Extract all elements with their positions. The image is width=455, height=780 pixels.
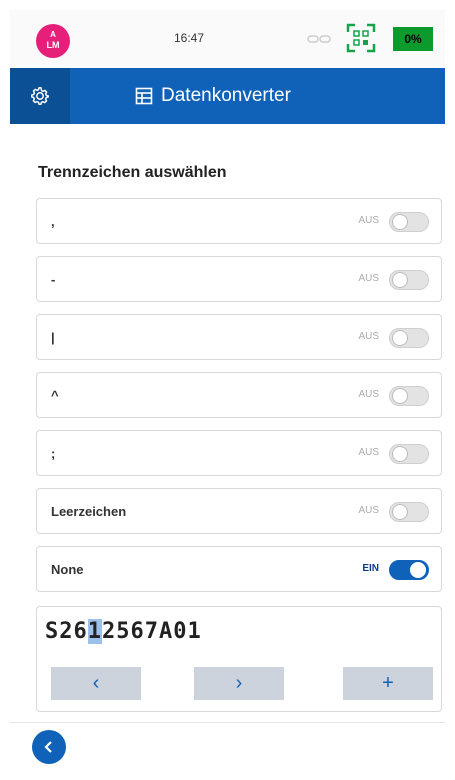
separator-label: ^ bbox=[51, 388, 59, 403]
separator-label: - bbox=[51, 272, 56, 287]
section-title: Trennzeichen auswählen bbox=[38, 164, 227, 181]
preview-text-before: S26 bbox=[45, 619, 88, 644]
next-button[interactable]: › bbox=[194, 667, 284, 700]
separator-label: Leerzeichen bbox=[51, 504, 127, 519]
separator-toggle[interactable] bbox=[389, 560, 429, 580]
converter-icon bbox=[135, 87, 153, 105]
avatar[interactable]: A LM bbox=[36, 24, 70, 58]
prev-button[interactable]: ‹ bbox=[51, 667, 141, 700]
page-title: Datenkonverter bbox=[135, 68, 291, 124]
separator-row-space[interactable]: Leerzeichen AUS bbox=[36, 488, 442, 534]
chevron-right-icon: › bbox=[235, 672, 243, 694]
toggle-knob bbox=[392, 388, 408, 404]
separator-toggle[interactable] bbox=[389, 328, 429, 348]
toggle-state: AUS bbox=[358, 331, 379, 342]
toggle-knob bbox=[410, 562, 426, 578]
link-icon bbox=[307, 35, 331, 43]
separator-row-dash[interactable]: - AUS bbox=[36, 256, 442, 302]
separator-label: , bbox=[51, 214, 55, 229]
toggle-state: AUS bbox=[358, 505, 379, 516]
plus-icon: + bbox=[382, 672, 394, 694]
separator-label: None bbox=[51, 562, 84, 577]
separator-toggle[interactable] bbox=[389, 212, 429, 232]
toggle-knob bbox=[392, 504, 408, 520]
toggle-state: AUS bbox=[358, 215, 379, 226]
add-button[interactable]: + bbox=[343, 667, 433, 700]
preview-text[interactable]: S2612567A01 bbox=[45, 619, 202, 644]
gear-icon bbox=[31, 87, 49, 105]
toggle-state: AUS bbox=[358, 389, 379, 400]
separator-row-comma[interactable]: , AUS bbox=[36, 198, 442, 244]
chevron-left-icon: ‹ bbox=[92, 672, 100, 694]
separator-row-pipe[interactable]: | AUS bbox=[36, 314, 442, 360]
settings-button[interactable] bbox=[10, 68, 70, 124]
separator-row-caret[interactable]: ^ AUS bbox=[36, 372, 442, 418]
preview-cursor-char: 1 bbox=[87, 619, 102, 644]
preview-text-after: 2567A01 bbox=[102, 619, 202, 644]
chevron-left-icon bbox=[44, 741, 52, 753]
toggle-knob bbox=[392, 446, 408, 462]
qr-scan-icon[interactable] bbox=[346, 23, 376, 53]
toggle-knob bbox=[392, 214, 408, 230]
separator-row-none[interactable]: None EIN bbox=[36, 546, 442, 592]
app-frame: A LM 16:47 0% Datenkonverter Trennzeiche… bbox=[10, 10, 445, 775]
preview-box: S2612567A01 ‹ › + bbox=[36, 606, 442, 712]
toggle-state: AUS bbox=[358, 273, 379, 284]
separator-toggle[interactable] bbox=[389, 270, 429, 290]
separator-toggle[interactable] bbox=[389, 386, 429, 406]
separator-label: ; bbox=[51, 446, 56, 461]
back-button[interactable] bbox=[32, 730, 66, 764]
app-header: Datenkonverter bbox=[10, 68, 445, 124]
separator-label: | bbox=[51, 330, 55, 345]
header-title: Datenkonverter bbox=[161, 85, 291, 106]
avatar-initial-top: A bbox=[50, 30, 56, 39]
separator-toggle[interactable] bbox=[389, 444, 429, 464]
toggle-knob bbox=[392, 330, 408, 346]
status-bar: A LM 16:47 0% bbox=[10, 10, 445, 68]
avatar-initials: LM bbox=[46, 40, 60, 50]
battery-indicator: 0% bbox=[393, 27, 433, 51]
toggle-state: EIN bbox=[362, 563, 379, 574]
toggle-state: AUS bbox=[358, 447, 379, 458]
toggle-knob bbox=[392, 272, 408, 288]
clock: 16:47 bbox=[174, 31, 205, 45]
separator-toggle[interactable] bbox=[389, 502, 429, 522]
separator-row-semicolon[interactable]: ; AUS bbox=[36, 430, 442, 476]
footer-divider bbox=[10, 722, 445, 723]
